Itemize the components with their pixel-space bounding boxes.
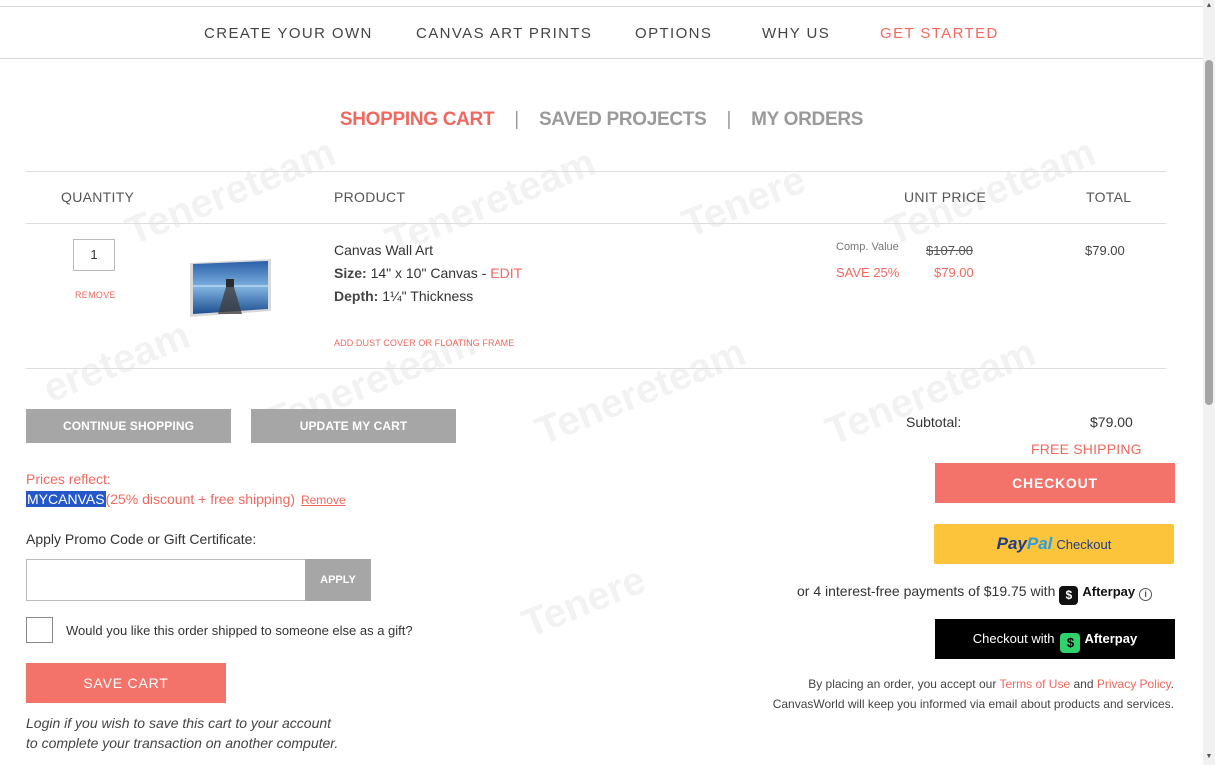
comp-value-price: $107.00 — [926, 243, 973, 258]
legal-period: . — [1170, 677, 1174, 691]
afterpay-badge-icon: $ — [1059, 586, 1079, 605]
terms-of-use-link[interactable]: Terms of Use — [999, 677, 1070, 691]
product-size: Size: 14" x 10" Canvas - EDIT — [334, 265, 522, 281]
afterpay-button-label: Checkout with — [972, 631, 1055, 646]
checkout-button[interactable]: CHECKOUT — [935, 463, 1175, 503]
nav-get-started[interactable]: GET STARTED — [880, 25, 999, 42]
legal-text: By placing an order, you accept our — [808, 677, 997, 691]
legal-and: and — [1073, 677, 1094, 691]
product-thumbnail[interactable] — [190, 257, 271, 317]
table-bottom-divider — [26, 368, 1166, 369]
watermark: ereteam — [37, 312, 196, 412]
paypal-logo: PayPal — [996, 534, 1053, 553]
depth-value: 1¼" Thickness — [382, 288, 474, 304]
promo-code-input[interactable] — [26, 559, 306, 601]
header-unit-price: UNIT PRICE — [904, 189, 987, 205]
promo-code: MYCANVAS — [26, 491, 106, 507]
product-depth: Depth: 1¼" Thickness — [334, 288, 473, 304]
remove-promo-link[interactable]: Remove — [301, 493, 346, 507]
tab-my-orders[interactable]: MY ORDERS — [751, 109, 863, 131]
page-scrollbar[interactable]: ▲ ▼ — [1203, 0, 1215, 765]
watermark: Tenere — [516, 557, 652, 647]
header-product: PRODUCT — [334, 189, 406, 205]
afterpay-button-brand: Afterpay — [1084, 631, 1138, 646]
table-top-divider — [26, 171, 1166, 172]
comp-value-label: Comp. Value — [836, 241, 899, 253]
subtotal-value: $79.00 — [1090, 414, 1133, 430]
scrollbar-thumb[interactable] — [1205, 60, 1213, 405]
afterpay-info: or 4 interest-free payments of $19.75 wi… — [797, 583, 1153, 605]
afterpay-checkout-button[interactable]: Checkout with $ Afterpay — [935, 619, 1175, 659]
subtotal-label: Subtotal: — [906, 414, 962, 430]
tab-saved-projects[interactable]: SAVED PROJECTS — [539, 109, 707, 131]
watermark: Tenereteam — [819, 330, 1042, 454]
tab-separator: | — [514, 109, 519, 130]
nav-canvas-art-prints[interactable]: CANVAS ART PRINTS — [416, 25, 592, 42]
header-total: TOTAL — [1086, 189, 1132, 205]
header-quantity: QUANTITY — [61, 189, 135, 205]
cart-tabs: SHOPPING CART | SAVED PROJECTS | MY ORDERS — [0, 109, 1203, 131]
paypal-checkout-button[interactable]: PayPal Checkout — [934, 524, 1174, 564]
scroll-down-icon[interactable]: ▼ — [1203, 753, 1215, 763]
afterpay-logo-icon: $ — [1060, 633, 1081, 653]
size-value: 14" x 10" Canvas - — [370, 265, 487, 281]
table-header-divider — [26, 223, 1166, 224]
line-total: $79.00 — [1085, 243, 1125, 258]
afterpay-installments-text: or 4 interest-free payments of $19.75 wi… — [797, 583, 1056, 599]
legal-line1: By placing an order, you accept our Term… — [808, 677, 1174, 691]
depth-label: Depth: — [334, 288, 379, 304]
save-cart-button[interactable]: SAVE CART — [26, 663, 226, 703]
nav-why-us[interactable]: WHY US — [762, 25, 830, 42]
tab-separator: | — [726, 109, 732, 130]
scroll-up-icon[interactable]: ▲ — [1203, 2, 1215, 12]
apply-promo-button[interactable]: APPLY — [305, 559, 371, 601]
privacy-policy-link[interactable]: Privacy Policy — [1097, 677, 1171, 691]
login-note-line2: to complete your transaction on another … — [26, 735, 339, 751]
remove-item-link[interactable]: REMOVE — [75, 290, 116, 300]
gift-checkbox[interactable] — [26, 617, 53, 643]
login-note-line1: Login if you wish to save this cart to y… — [26, 715, 332, 731]
tab-shopping-cart[interactable]: SHOPPING CART — [340, 109, 495, 131]
watermark: Tenereteam — [529, 330, 752, 454]
update-cart-button[interactable]: UPDATE MY CART — [251, 409, 456, 443]
nav-options[interactable]: OPTIONS — [635, 25, 712, 42]
size-label: Size: — [334, 265, 367, 281]
main-nav: CREATE YOUR OWN CANVAS ART PRINTS OPTION… — [0, 7, 1203, 59]
applied-promo: MYCANVAS(25% discount + free shipping) R… — [26, 491, 346, 507]
prices-reflect-label: Prices reflect: — [26, 471, 111, 487]
legal-line2: CanvasWorld will keep you informed via e… — [772, 697, 1174, 711]
info-icon[interactable]: i — [1139, 588, 1153, 601]
edit-size-link[interactable]: EDIT — [490, 265, 522, 281]
gift-label: Would you like this order shipped to som… — [66, 623, 413, 638]
promo-input-label: Apply Promo Code or Gift Certificate: — [26, 531, 257, 547]
quantity-input[interactable]: 1 — [73, 239, 115, 271]
afterpay-brand: Afterpay — [1082, 584, 1136, 599]
nav-create-your-own[interactable]: CREATE YOUR OWN — [204, 25, 373, 42]
free-shipping-label: FREE SHIPPING — [1031, 441, 1142, 457]
discount-label: SAVE 25% — [836, 265, 900, 280]
product-name: Canvas Wall Art — [334, 242, 434, 258]
unit-price: $79.00 — [934, 265, 974, 280]
watermark: Tenereteam — [119, 130, 342, 254]
paypal-checkout-label: Checkout — [1056, 537, 1112, 552]
add-dust-cover-link[interactable]: ADD DUST COVER OR FLOATING FRAME — [334, 338, 514, 348]
continue-shopping-button[interactable]: CONTINUE SHOPPING — [26, 409, 231, 443]
promo-details: (25% discount + free shipping) — [105, 491, 296, 507]
